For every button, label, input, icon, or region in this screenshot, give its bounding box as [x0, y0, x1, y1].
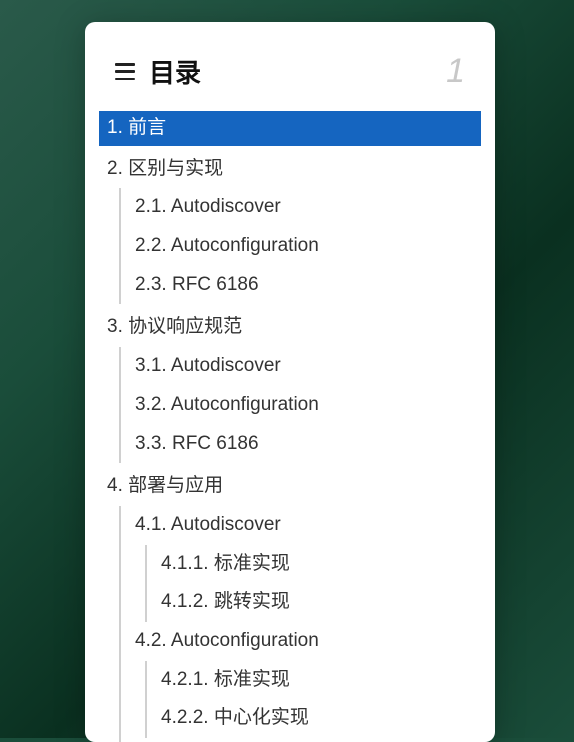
- toc-item-2[interactable]: 2. 区别与实现: [99, 150, 481, 189]
- toc-item-2-2[interactable]: 2.2. Autoconfiguration: [121, 227, 481, 266]
- toc-item-4-2-1[interactable]: 4.2.1. 标准实现: [147, 661, 481, 700]
- toc-item-2-3[interactable]: 2.3. RFC 6186: [121, 266, 481, 305]
- toc-item-4-3[interactable]: 4.3. RFC 6186: [121, 738, 481, 742]
- toc-sublist-2: 2.1. Autodiscover 2.2. Autoconfiguration…: [119, 188, 495, 304]
- toc-sublist-3: 3.1. Autodiscover 3.2. Autoconfiguration…: [119, 347, 495, 463]
- toc-item-3-2[interactable]: 3.2. Autoconfiguration: [121, 386, 481, 425]
- toc-title: 目录: [149, 53, 201, 90]
- toc-item-4[interactable]: 4. 部署与应用: [99, 467, 481, 506]
- toc-item-4-2-2[interactable]: 4.2.2. 中心化实现: [147, 699, 481, 738]
- toc-header: 目录 1: [85, 22, 495, 111]
- toc-header-left: 目录: [115, 53, 201, 90]
- toc-sublist-4-1: 4.1.1. 标准实现 4.1.2. 跳转实现: [145, 545, 495, 622]
- page-number: 1: [446, 52, 465, 91]
- toc-item-4-1-1[interactable]: 4.1.1. 标准实现: [147, 545, 481, 584]
- toc-item-2-1[interactable]: 2.1. Autodiscover: [121, 188, 481, 227]
- hamburger-icon[interactable]: [115, 63, 135, 80]
- toc-sublist-4-2: 4.2.1. 标准实现 4.2.2. 中心化实现: [145, 661, 495, 738]
- toc-item-4-1[interactable]: 4.1. Autodiscover: [121, 506, 481, 545]
- toc-item-3-1[interactable]: 3.1. Autodiscover: [121, 347, 481, 386]
- toc-item-4-2[interactable]: 4.2. Autoconfiguration: [121, 622, 481, 661]
- toc-item-1[interactable]: 1. 前言: [99, 111, 481, 146]
- toc-item-4-1-2[interactable]: 4.1.2. 跳转实现: [147, 583, 481, 622]
- toc-item-3[interactable]: 3. 协议响应规范: [99, 308, 481, 347]
- toc-body: 1. 前言 2. 区别与实现 2.1. Autodiscover 2.2. Au…: [85, 111, 495, 742]
- toc-item-3-3[interactable]: 3.3. RFC 6186: [121, 425, 481, 464]
- toc-panel: 目录 1 1. 前言 2. 区别与实现 2.1. Autodiscover 2.…: [85, 22, 495, 742]
- toc-sublist-4: 4.1. Autodiscover 4.1.1. 标准实现 4.1.2. 跳转实…: [119, 506, 495, 742]
